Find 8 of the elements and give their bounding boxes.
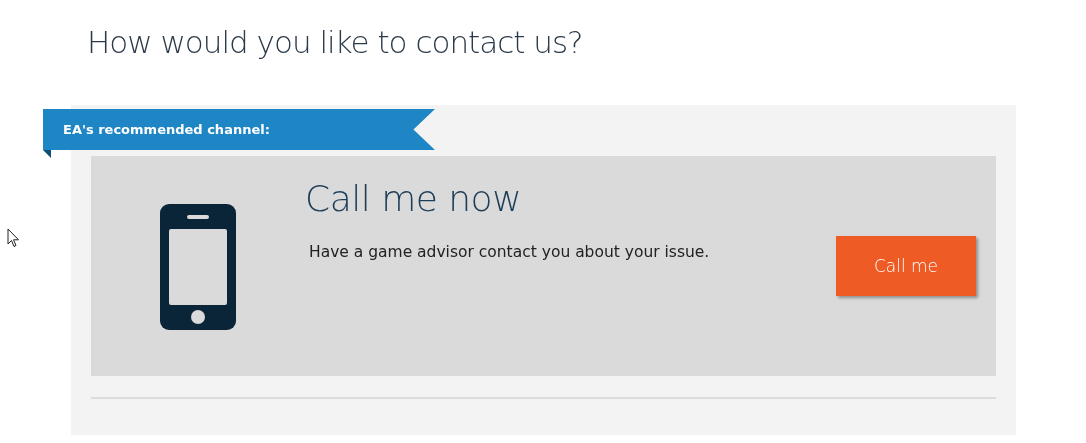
ribbon-fold: [43, 150, 51, 158]
channel-description: Have a game advisor contact you about your issue.: [309, 243, 711, 261]
smartphone-icon: [160, 204, 236, 330]
call-button[interactable]: Call me: [836, 236, 976, 296]
mouse-pointer-icon: [7, 228, 20, 248]
ribbon-label: EA's recommended channel:: [63, 122, 270, 137]
channel-title: Call me now: [305, 178, 523, 219]
page-heading: How would you like to contact us?: [86, 23, 584, 62]
